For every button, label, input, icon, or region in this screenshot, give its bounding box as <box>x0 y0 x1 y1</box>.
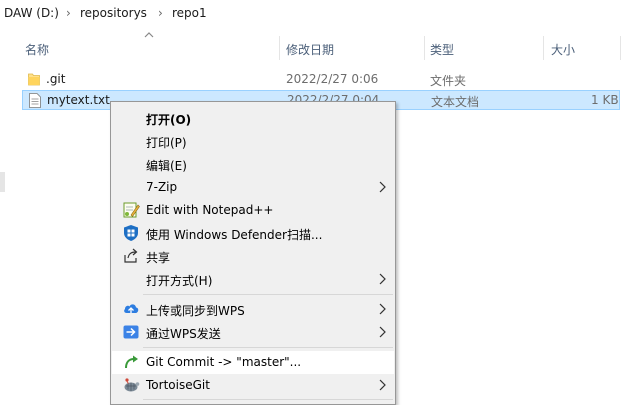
breadcrumb-separator[interactable]: › <box>158 6 163 20</box>
menu-item-windows-defender-scan[interactable]: 使用 Windows Defender扫描... <box>112 222 394 245</box>
menu-item-label: 共享 <box>146 251 171 265</box>
breadcrumb-repositorys[interactable]: repositorys <box>80 6 147 20</box>
share-icon <box>124 248 138 263</box>
chevron-right-icon <box>379 326 386 338</box>
context-menu: 打开(O) 打印(P) 编辑(E) 7-Zip Edit with Notepa… <box>110 101 396 405</box>
menu-item-share[interactable]: 共享 <box>112 245 394 268</box>
menu-item-open[interactable]: 打开(O) <box>112 107 394 130</box>
breadcrumb-separator[interactable]: › <box>66 6 71 20</box>
menu-item-label: 编辑(E) <box>146 159 187 173</box>
tortoisegit-icon <box>124 378 140 392</box>
text-file-icon <box>29 93 41 108</box>
file-name: mytext.txt <box>47 93 110 107</box>
menu-item-edit[interactable]: 编辑(E) <box>112 153 394 176</box>
folder-icon <box>28 73 40 86</box>
column-divider[interactable] <box>424 36 425 60</box>
file-size: 1 KB <box>591 93 619 107</box>
menu-item-print[interactable]: 打印(P) <box>112 130 394 153</box>
cloud-upload-icon <box>124 304 139 313</box>
column-header-size[interactable]: 大小 <box>551 41 575 58</box>
windows-defender-icon <box>124 225 138 241</box>
file-name: .git <box>46 72 66 86</box>
menu-separator <box>143 347 393 348</box>
menu-item-label: 打开(O) <box>146 113 192 127</box>
menu-item-tortoisegit[interactable]: TortoiseGit <box>112 374 394 397</box>
column-divider[interactable] <box>620 36 621 60</box>
breadcrumb-drive[interactable]: DAW (D:) <box>4 6 59 20</box>
git-commit-icon <box>125 355 138 369</box>
menu-item-label: TortoiseGit <box>146 378 210 392</box>
chevron-right-icon <box>379 303 386 315</box>
menu-separator <box>143 294 393 295</box>
chevron-right-icon <box>379 273 386 285</box>
menu-item-label: 7-Zip <box>146 180 178 194</box>
menu-item-label: Edit with Notepad++ <box>146 203 274 217</box>
menu-item-label: 打开方式(H) <box>146 274 213 288</box>
sort-ascending-icon <box>144 32 154 38</box>
chevron-right-icon <box>379 379 386 391</box>
breadcrumb-repo1[interactable]: repo1 <box>172 6 207 20</box>
column-header-date[interactable]: 修改日期 <box>286 41 334 58</box>
notepad-plus-plus-icon <box>123 202 140 218</box>
chevron-right-icon <box>379 181 386 193</box>
menu-item-7zip[interactable]: 7-Zip <box>112 176 394 199</box>
file-type: 文件夹 <box>430 74 467 88</box>
column-header-type[interactable]: 类型 <box>430 41 454 58</box>
menu-separator <box>143 399 393 400</box>
menu-item-open-with[interactable]: 打开方式(H) <box>112 268 394 291</box>
menu-item-label: 打印(P) <box>146 136 187 150</box>
wps-send-icon <box>123 325 139 339</box>
column-divider[interactable] <box>543 36 544 60</box>
file-modified-date: 2022/2/27 0:06 <box>286 72 379 86</box>
menu-item-label: 使用 Windows Defender扫描... <box>146 228 323 242</box>
menu-item-git-commit[interactable]: Git Commit -> "master"... <box>112 351 394 374</box>
file-row-git[interactable]: .git 2022/2/27 0:06 文件夹 <box>22 69 620 89</box>
navigation-pane-edge <box>0 172 5 192</box>
column-divider[interactable] <box>279 36 280 60</box>
column-header-name[interactable]: 名称 <box>25 41 49 58</box>
menu-item-wps-send[interactable]: 通过WPS发送 <box>112 321 394 344</box>
menu-item-label: 上传或同步到WPS <box>146 304 245 318</box>
menu-item-label: 通过WPS发送 <box>146 327 221 341</box>
breadcrumb: DAW (D:) › repositorys › repo1 <box>0 0 626 28</box>
file-type: 文本文档 <box>431 95 480 109</box>
menu-item-edit-notepad-plus-plus[interactable]: Edit with Notepad++ <box>112 199 394 222</box>
menu-item-wps-upload-sync[interactable]: 上传或同步到WPS <box>112 298 394 321</box>
menu-item-label: Git Commit -> "master"... <box>146 355 302 369</box>
